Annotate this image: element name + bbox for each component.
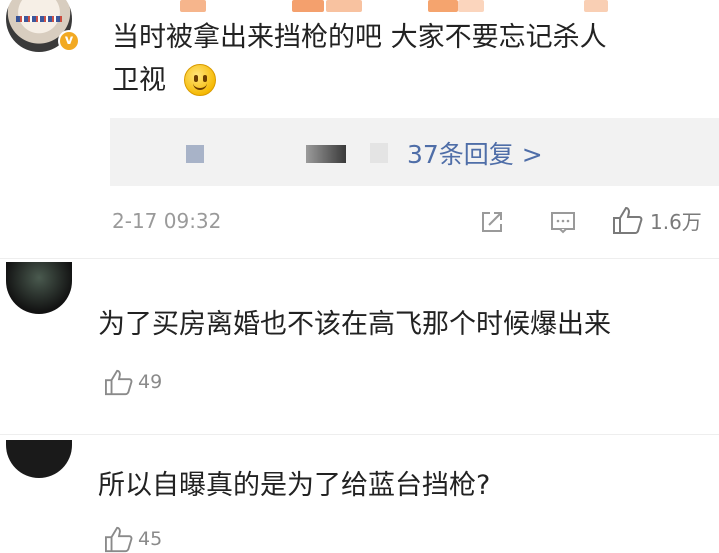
blurred-username[interactable] — [180, 0, 206, 12]
comment-timestamp: 2-17 09:32 — [112, 209, 222, 233]
like-button[interactable]: 1.6万 — [612, 205, 702, 235]
comment-icon[interactable] — [550, 210, 575, 234]
thumbs-up-icon — [613, 206, 643, 234]
comment-text: 为了买房离婚也不该在高飞那个时候爆出来 — [98, 309, 611, 340]
comment-text: 当时被拿出来挡枪的吧 大家不要忘记杀人 — [112, 22, 607, 53]
blurred-username-part — [292, 0, 324, 12]
blurred-reply-avatar — [186, 145, 204, 163]
commenter-avatar[interactable] — [6, 262, 72, 314]
blurred-reply-fragment — [370, 143, 388, 163]
blurred-reply-name — [306, 145, 346, 163]
like-count: 45 — [138, 528, 163, 550]
verified-badge-icon: v — [58, 30, 80, 52]
like-count: 1.6万 — [650, 209, 702, 234]
blurred-username-part — [458, 0, 484, 12]
like-button[interactable]: 49 — [104, 368, 162, 396]
blurred-username-part — [326, 0, 362, 12]
comment-text-continued: 卫视 — [112, 65, 166, 96]
blurred-username-part — [428, 0, 458, 12]
thumbs-up-icon — [105, 369, 133, 396]
blurred-username-part — [584, 0, 608, 12]
comment-text: 所以自曝真的是为了给蓝台挡枪? — [98, 470, 491, 501]
view-replies-link[interactable]: 37条回复 > — [407, 135, 543, 171]
divider — [0, 434, 719, 435]
smiley-emoji-icon — [184, 64, 216, 96]
share-icon[interactable] — [480, 210, 504, 234]
thumbs-up-icon — [105, 526, 133, 553]
like-button[interactable]: 45 — [104, 525, 162, 553]
commenter-avatar[interactable] — [6, 440, 72, 478]
divider — [0, 258, 719, 259]
like-count: 49 — [138, 371, 163, 393]
